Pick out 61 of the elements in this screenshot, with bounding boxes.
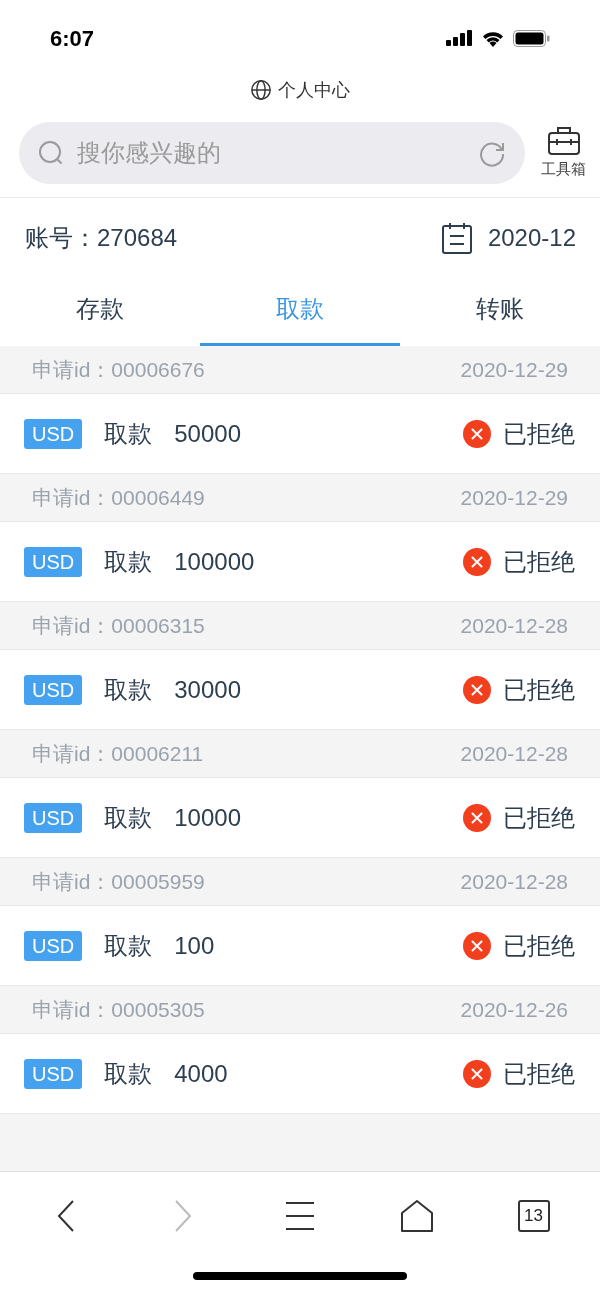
- tab[interactable]: 转账: [400, 278, 600, 346]
- reject-icon: [463, 1059, 491, 1088]
- back-icon: [56, 1199, 77, 1233]
- reject-icon: [463, 931, 491, 960]
- reject-icon: [463, 675, 491, 704]
- currency-tag: USD: [24, 1058, 83, 1089]
- menu-icon: [284, 1200, 316, 1232]
- request-id: 申请id：00006211: [32, 740, 204, 767]
- status-label: 已拒绝: [503, 418, 575, 449]
- tabs-button[interactable]: 13: [517, 1200, 550, 1232]
- transaction-type: 取款: [104, 802, 153, 833]
- status-label: 已拒绝: [503, 674, 575, 705]
- request-date: 2020-12-29: [460, 484, 568, 511]
- wifi-icon: [481, 29, 505, 47]
- reject-icon: [463, 547, 491, 576]
- request-date: 2020-12-28: [460, 612, 568, 639]
- currency-tag: USD: [24, 546, 83, 577]
- currency-tag: USD: [24, 418, 83, 449]
- amount: 100000: [174, 546, 256, 577]
- page-title: 个人中心: [278, 78, 350, 102]
- home-icon: [399, 1199, 434, 1233]
- globe-icon: [250, 79, 272, 101]
- request-id: 申请id：00006676: [32, 356, 205, 383]
- account-number: 账号：270684: [25, 223, 178, 253]
- status-label: 已拒绝: [503, 930, 575, 961]
- request-id: 申请id：00005959: [32, 868, 205, 895]
- status-time: 6:07: [50, 24, 95, 53]
- calendar-icon[interactable]: [441, 222, 472, 254]
- amount: 100: [174, 930, 216, 961]
- transaction-type: 取款: [104, 930, 153, 961]
- currency-tag: USD: [24, 674, 83, 705]
- request-id: 申请id：00006449: [32, 484, 205, 511]
- tab[interactable]: 存款: [0, 278, 200, 346]
- currency-tag: USD: [24, 930, 83, 961]
- month-picker[interactable]: 2020-12: [487, 220, 576, 256]
- amount: 30000: [174, 674, 242, 705]
- search-icon: [37, 138, 65, 167]
- transaction-type: 取款: [104, 418, 153, 449]
- amount: 10000: [174, 802, 242, 833]
- battery-icon: [513, 29, 550, 47]
- status-label: 已拒绝: [503, 1058, 575, 1089]
- toolbox-icon: [546, 124, 581, 157]
- request-date: 2020-12-29: [460, 356, 568, 383]
- request-date: 2020-12-28: [460, 868, 568, 895]
- forward-icon: [173, 1199, 194, 1233]
- currency-tag: USD: [24, 802, 83, 833]
- status-label: 已拒绝: [503, 802, 575, 833]
- amount: 50000: [174, 418, 242, 449]
- transaction-type: 取款: [104, 674, 153, 705]
- reject-icon: [463, 803, 491, 832]
- signal-icon: [446, 30, 473, 46]
- request-date: 2020-12-28: [460, 740, 568, 767]
- amount: 4000: [174, 1058, 229, 1089]
- toolbox-button[interactable]: 工具箱: [541, 124, 586, 181]
- request-id: 申请id：00005305: [32, 996, 205, 1023]
- request-id: 申请id：00006315: [32, 612, 205, 639]
- request-date: 2020-12-26: [460, 996, 568, 1023]
- status-label: 已拒绝: [503, 546, 575, 577]
- transaction-type: 取款: [104, 546, 153, 577]
- transaction-type: 取款: [104, 1058, 153, 1089]
- reject-icon: [463, 419, 491, 448]
